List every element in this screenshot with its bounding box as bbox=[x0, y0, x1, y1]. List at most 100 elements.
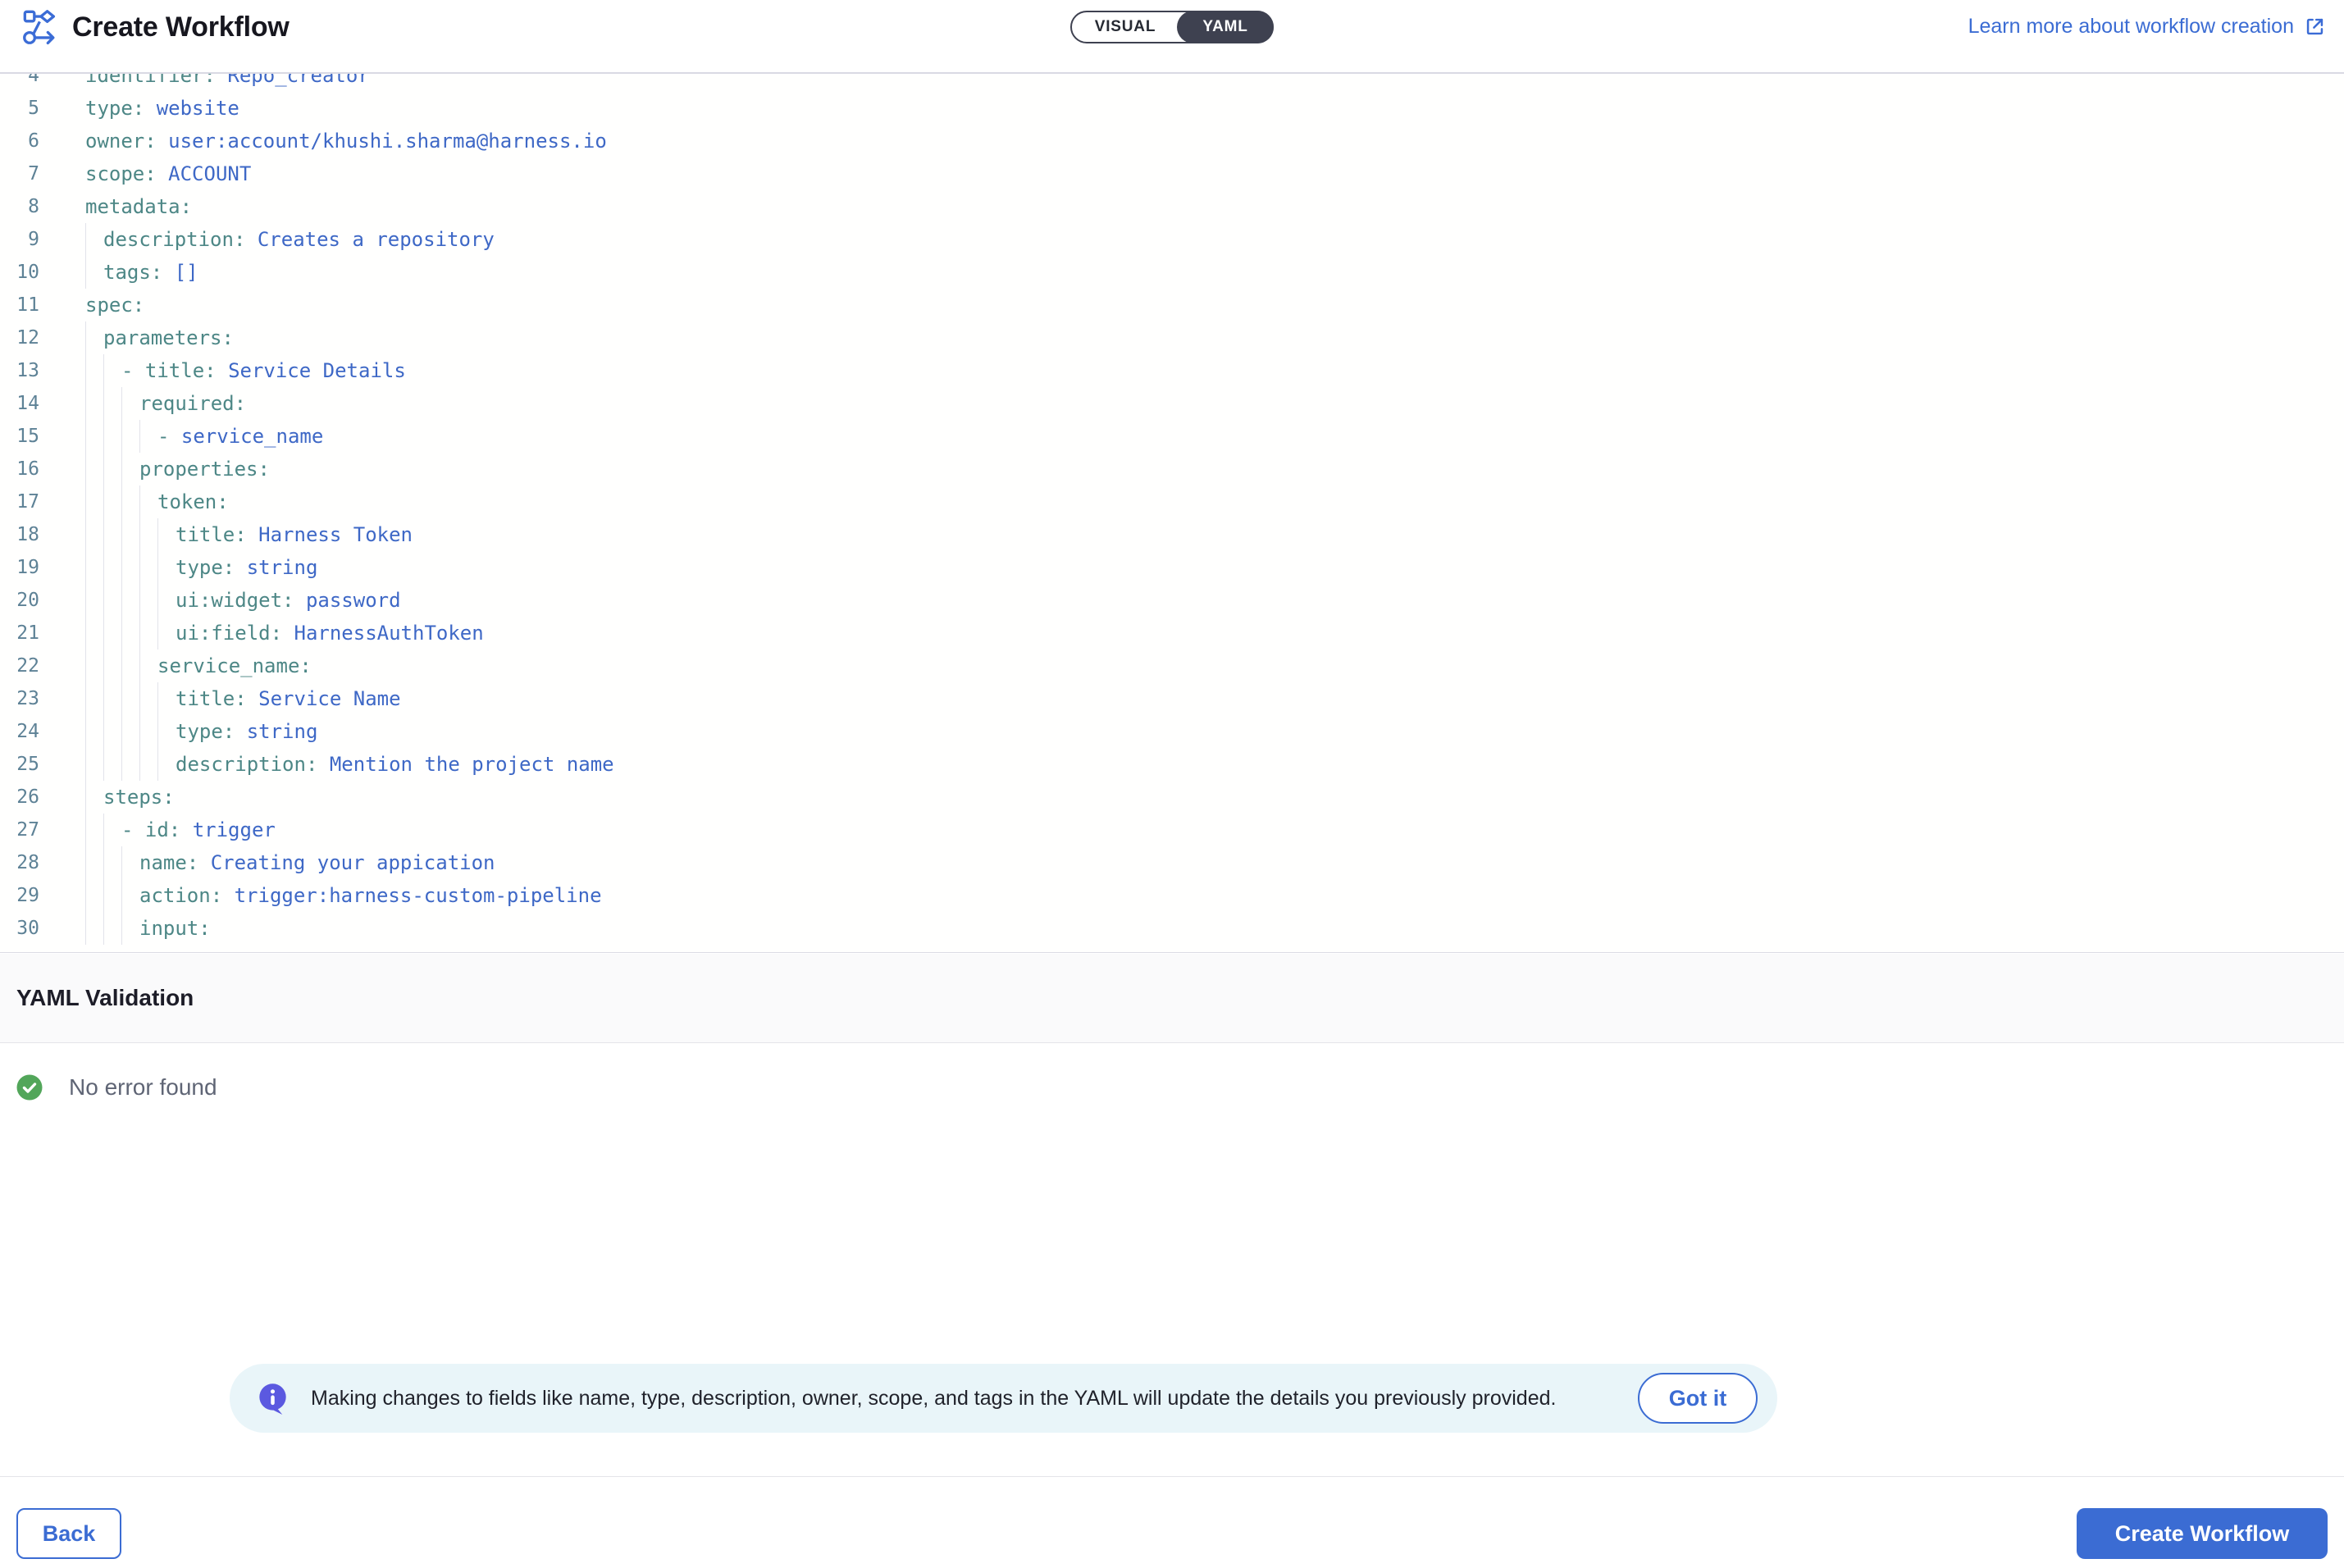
yaml-key: action: bbox=[139, 884, 235, 907]
indent-guide bbox=[103, 846, 121, 879]
indent-guide bbox=[121, 420, 139, 453]
yaml-line-8[interactable]: 8metadata: bbox=[0, 190, 2344, 223]
yaml-line-27[interactable]: 27- id: trigger bbox=[0, 814, 2344, 846]
indent-guide bbox=[103, 387, 121, 420]
yaml-line-9[interactable]: 9description: Creates a repository bbox=[0, 223, 2344, 256]
yaml-line-22[interactable]: 22service_name: bbox=[0, 650, 2344, 682]
page-header: Create Workflow VISUAL YAML Learn more a… bbox=[0, 0, 2344, 72]
indent-guide bbox=[121, 584, 139, 617]
yaml-line-25[interactable]: 25description: Mention the project name bbox=[0, 748, 2344, 781]
create-workflow-page: Create Workflow VISUAL YAML Learn more a… bbox=[0, 0, 2344, 1568]
yaml-line-28[interactable]: 28name: Creating your appication bbox=[0, 846, 2344, 879]
yaml-line-23[interactable]: 23title: Service Name bbox=[0, 682, 2344, 715]
yaml-line-10[interactable]: 10tags: [] bbox=[0, 256, 2344, 289]
yaml-key: input: bbox=[139, 917, 211, 940]
yaml-key: type: bbox=[85, 97, 157, 120]
yaml-line-11[interactable]: 11 spec: bbox=[0, 289, 2344, 321]
yaml-line-12[interactable]: 12parameters: bbox=[0, 321, 2344, 354]
indent-guide bbox=[103, 879, 121, 912]
indent-guide bbox=[85, 682, 103, 715]
yaml-line-15[interactable]: 15- service_name bbox=[0, 420, 2344, 453]
indent-guide bbox=[139, 551, 157, 584]
code-line: - title: Service Details bbox=[85, 354, 406, 387]
yaml-key: service_name: bbox=[157, 654, 312, 677]
tab-yaml[interactable]: YAML bbox=[1177, 11, 1274, 43]
yaml-editor[interactable]: 4identifier: Repo_creator5type: website6… bbox=[0, 72, 2344, 953]
yaml-line-14[interactable]: 14 required: bbox=[0, 387, 2344, 420]
indent-guide bbox=[121, 912, 139, 945]
yaml-key: id: bbox=[145, 818, 193, 841]
yaml-line-24[interactable]: 24type: string bbox=[0, 715, 2344, 748]
line-number: 7 bbox=[0, 157, 39, 190]
learn-more-link[interactable]: Learn more about workflow creation bbox=[1968, 15, 2326, 39]
indent-guide bbox=[121, 617, 139, 650]
yaml-value: trigger:harness-custom-pipeline bbox=[235, 884, 602, 907]
indent-guide bbox=[139, 420, 157, 453]
line-number: 14 bbox=[0, 387, 39, 420]
yaml-line-20[interactable]: 20ui:widget: password bbox=[0, 584, 2344, 617]
validation-status-text: No error found bbox=[69, 1074, 217, 1101]
visual-yaml-toggle: VISUAL YAML bbox=[1070, 11, 1274, 43]
indent-guide bbox=[85, 781, 103, 814]
yaml-line-13[interactable]: 13- title: Service Details bbox=[0, 354, 2344, 387]
info-bubble-icon bbox=[256, 1381, 290, 1416]
indent-guide bbox=[121, 453, 139, 485]
yaml-line-16[interactable]: 16properties: bbox=[0, 453, 2344, 485]
line-number: 18 bbox=[0, 518, 39, 551]
yaml-value: HarnessAuthToken bbox=[294, 622, 484, 645]
code-line: description: Creates a repository bbox=[85, 223, 495, 256]
line-number: 24 bbox=[0, 715, 39, 748]
learn-more-label: Learn more about workflow creation bbox=[1968, 15, 2294, 39]
indent-guide bbox=[85, 650, 103, 682]
indent-guide bbox=[139, 682, 157, 715]
yaml-line-26[interactable]: 26 steps: bbox=[0, 781, 2344, 814]
indent-guide bbox=[157, 617, 176, 650]
yaml-value: string bbox=[247, 720, 318, 743]
line-number: 30 bbox=[0, 912, 39, 945]
yaml-line-4[interactable]: 4identifier: Repo_creator bbox=[0, 72, 2344, 92]
got-it-button[interactable]: Got it bbox=[1638, 1373, 1758, 1424]
code-line: ui:field: HarnessAuthToken bbox=[85, 617, 484, 650]
indent-guide bbox=[103, 682, 121, 715]
indent-guide bbox=[157, 584, 176, 617]
line-number: 11 bbox=[0, 289, 39, 321]
yaml-line-17[interactable]: 17token: bbox=[0, 485, 2344, 518]
yaml-line-21[interactable]: 21ui:field: HarnessAuthToken bbox=[0, 617, 2344, 650]
yaml-line-6[interactable]: 6owner: user:account/khushi.sharma@harne… bbox=[0, 125, 2344, 157]
tab-visual[interactable]: VISUAL bbox=[1072, 18, 1179, 36]
code-line: spec: bbox=[85, 289, 144, 321]
line-number: 26 bbox=[0, 781, 39, 814]
indent-guide bbox=[139, 650, 157, 682]
code-line: title: Service Name bbox=[85, 682, 401, 715]
yaml-line-29[interactable]: 29action: trigger:harness-custom-pipelin… bbox=[0, 879, 2344, 912]
indent-guide bbox=[121, 748, 139, 781]
line-number: 10 bbox=[0, 256, 39, 289]
indent-guide bbox=[85, 584, 103, 617]
yaml-key: steps: bbox=[103, 786, 175, 809]
yaml-line-19[interactable]: 19type: string bbox=[0, 551, 2344, 584]
indent-guide bbox=[157, 551, 176, 584]
create-workflow-button[interactable]: Create Workflow bbox=[2077, 1508, 2328, 1559]
indent-guide bbox=[157, 682, 176, 715]
indent-guide bbox=[85, 617, 103, 650]
indent-guide bbox=[85, 715, 103, 748]
indent-guide bbox=[85, 223, 103, 256]
indent-guide bbox=[85, 387, 103, 420]
yaml-line-18[interactable]: 18title: Harness Token bbox=[0, 518, 2344, 551]
code-line: required: bbox=[85, 387, 246, 420]
line-number: 6 bbox=[0, 125, 39, 157]
indent-guide bbox=[85, 879, 103, 912]
code-line: input: bbox=[85, 912, 211, 945]
code-line: ui:widget: password bbox=[85, 584, 401, 617]
yaml-line-7[interactable]: 7scope: ACCOUNT bbox=[0, 157, 2344, 190]
indent-guide bbox=[103, 485, 121, 518]
yaml-value: Repo_creator bbox=[227, 72, 369, 87]
yaml-key: title: bbox=[176, 523, 258, 546]
workflow-icon bbox=[21, 8, 59, 46]
yaml-line-30[interactable]: 30 input: bbox=[0, 912, 2344, 945]
yaml-line-5[interactable]: 5type: website bbox=[0, 92, 2344, 125]
indent-guide bbox=[85, 321, 103, 354]
yaml-validation-body: No error found bbox=[0, 1044, 2344, 1364]
back-button[interactable]: Back bbox=[16, 1508, 121, 1559]
yaml-dash: - bbox=[157, 425, 181, 448]
